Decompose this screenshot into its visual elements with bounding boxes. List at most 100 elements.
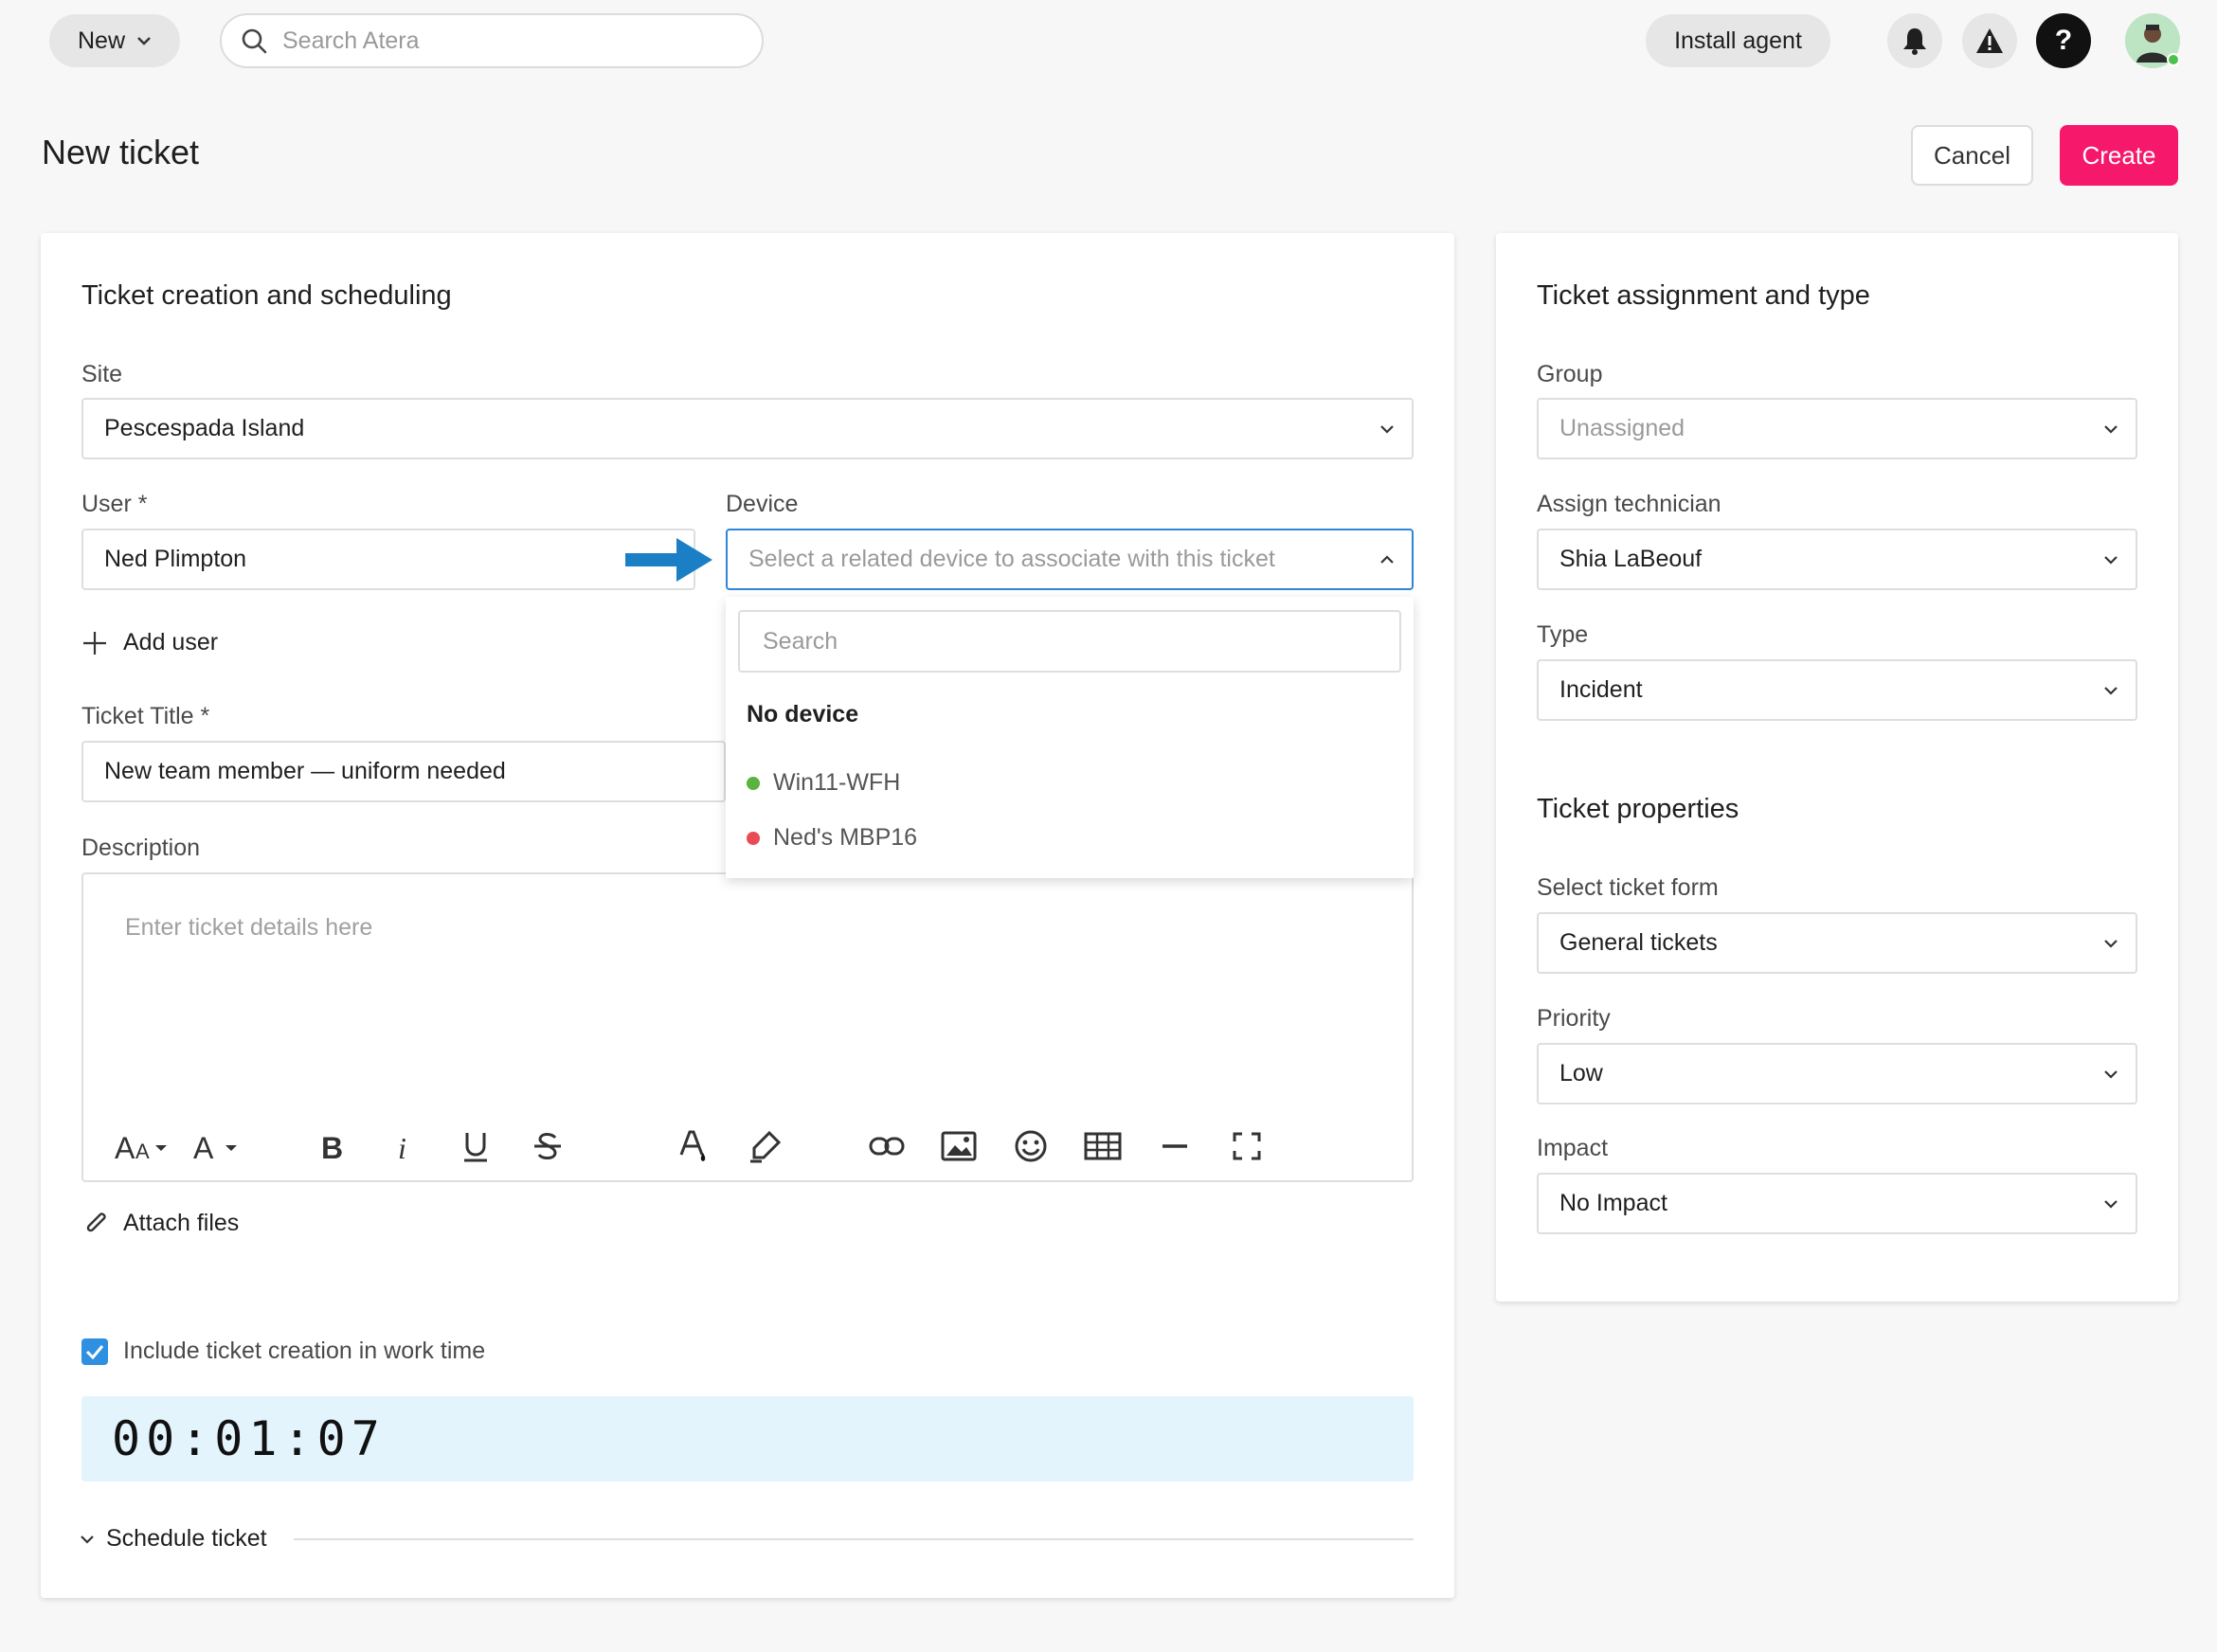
schedule-divider (294, 1538, 1414, 1540)
chevron-down-icon (2104, 1199, 2118, 1209)
chevron-down-icon (1380, 424, 1394, 434)
add-user-label: Add user (123, 629, 219, 655)
underline-icon (464, 1133, 487, 1162)
online-status-indicator (2167, 53, 2180, 66)
cancel-button[interactable]: Cancel (1911, 125, 2033, 186)
chevron-down-icon (2104, 1069, 2118, 1079)
font-size-button[interactable]: AA (114, 1122, 172, 1170)
font-family-icon: A (193, 1131, 237, 1162)
warning-icon (1976, 28, 2003, 53)
chevron-down-icon (137, 37, 151, 45)
user-label: User * (81, 491, 148, 517)
link-icon (869, 1137, 905, 1156)
bold-icon: B (321, 1131, 343, 1162)
font-family-button[interactable]: A (191, 1122, 246, 1170)
italic-button[interactable]: i (383, 1122, 424, 1170)
emoji-icon (1015, 1130, 1047, 1162)
fullscreen-icon (1233, 1132, 1261, 1160)
new-button-label: New (77, 27, 125, 54)
insert-emoji-button[interactable] (1010, 1122, 1052, 1170)
attach-files-button[interactable]: Attach files (81, 1209, 239, 1237)
site-label: Site (81, 361, 123, 387)
schedule-ticket-toggle[interactable]: Schedule ticket (80, 1525, 267, 1553)
new-button[interactable]: New (49, 14, 180, 67)
checkmark-icon (85, 1345, 104, 1359)
insert-table-button[interactable] (1082, 1122, 1124, 1170)
ticket-form-value: General tickets (1559, 929, 1718, 956)
priority-select[interactable]: Low (1537, 1043, 2137, 1104)
impact-value: No Impact (1559, 1190, 1667, 1216)
online-status-dot (747, 776, 760, 790)
global-search[interactable] (220, 13, 764, 68)
user-avatar[interactable] (2125, 13, 2180, 68)
image-icon (941, 1131, 977, 1161)
text-color-button[interactable] (673, 1122, 714, 1170)
highlighter-icon (750, 1130, 782, 1163)
device-search-input[interactable] (761, 626, 1367, 656)
user-select[interactable]: Ned Plimpton (81, 529, 695, 590)
alerts-button[interactable] (1962, 13, 2017, 68)
worktime-checkbox[interactable] (81, 1338, 108, 1365)
type-value: Incident (1559, 676, 1643, 703)
ticket-assignment-title: Ticket assignment and type (1537, 280, 1870, 311)
svg-text:i: i (398, 1131, 406, 1162)
page-title: New ticket (42, 133, 200, 171)
technician-value: Shia LaBeouf (1559, 546, 1703, 572)
type-select[interactable]: Incident (1537, 659, 2137, 721)
impact-select[interactable]: No Impact (1537, 1173, 2137, 1234)
horizontal-line-button[interactable] (1154, 1122, 1196, 1170)
chevron-down-icon (2104, 424, 2118, 434)
schedule-ticket-label: Schedule ticket (106, 1525, 267, 1552)
underline-button[interactable] (455, 1122, 496, 1170)
horizontal-line-icon (1163, 1144, 1187, 1148)
impact-label: Impact (1537, 1135, 1609, 1161)
bold-button[interactable]: B (311, 1122, 352, 1170)
group-label: Group (1537, 361, 1603, 387)
add-user-button[interactable]: Add user (81, 629, 218, 656)
strikethrough-icon (534, 1133, 561, 1159)
description-input[interactable] (123, 912, 1355, 1054)
insert-link-button[interactable] (866, 1122, 908, 1170)
ticket-title-input[interactable]: New team member — uniform needed (81, 741, 726, 802)
site-value: Pescespada Island (104, 415, 305, 441)
insert-image-button[interactable] (938, 1122, 980, 1170)
work-timer: 00:01:07 (81, 1396, 1414, 1481)
italic-icon: i (398, 1131, 406, 1162)
paperclip-icon (86, 1212, 106, 1232)
no-device-label: No device (747, 701, 859, 727)
chevron-down-icon (2104, 939, 2118, 948)
svg-text:A: A (115, 1131, 135, 1162)
device-option[interactable]: Ned's MBP16 (747, 824, 917, 852)
device-option-none[interactable]: No device (747, 701, 858, 728)
group-select[interactable]: Unassigned (1537, 398, 2137, 459)
font-size-icon: AA (115, 1131, 167, 1162)
fullscreen-button[interactable] (1226, 1122, 1268, 1170)
description-editor[interactable]: AA A B i (81, 872, 1414, 1182)
notifications-button[interactable] (1887, 13, 1942, 68)
search-input[interactable] (280, 26, 735, 56)
technician-select[interactable]: Shia LaBeouf (1537, 529, 2137, 590)
create-button[interactable]: Create (2060, 125, 2178, 186)
priority-label: Priority (1537, 1005, 1611, 1032)
ticket-form-select[interactable]: General tickets (1537, 912, 2137, 974)
device-option-label: Ned's MBP16 (773, 824, 918, 851)
svg-text:A: A (135, 1140, 150, 1162)
chevron-up-icon (1380, 554, 1394, 564)
help-icon: ? (2054, 25, 2073, 56)
device-label: Device (726, 491, 799, 517)
plus-icon (83, 631, 106, 655)
device-option[interactable]: Win11-WFH (747, 769, 900, 797)
device-option-label: Win11-WFH (773, 769, 901, 796)
description-label: Description (81, 835, 201, 861)
highlight-button[interactable] (745, 1122, 786, 1170)
chevron-down-icon (81, 1535, 94, 1544)
site-select[interactable]: Pescespada Island (81, 398, 1414, 459)
device-search[interactable] (738, 610, 1401, 673)
install-agent-button[interactable]: Install agent (1646, 14, 1830, 67)
chevron-down-icon (2104, 686, 2118, 695)
device-select[interactable]: Select a related device to associate wit… (726, 529, 1414, 590)
ticket-properties-title: Ticket properties (1537, 794, 1739, 824)
help-button[interactable]: ? (2036, 13, 2091, 68)
offline-status-dot (747, 831, 760, 845)
strikethrough-button[interactable] (527, 1122, 568, 1170)
